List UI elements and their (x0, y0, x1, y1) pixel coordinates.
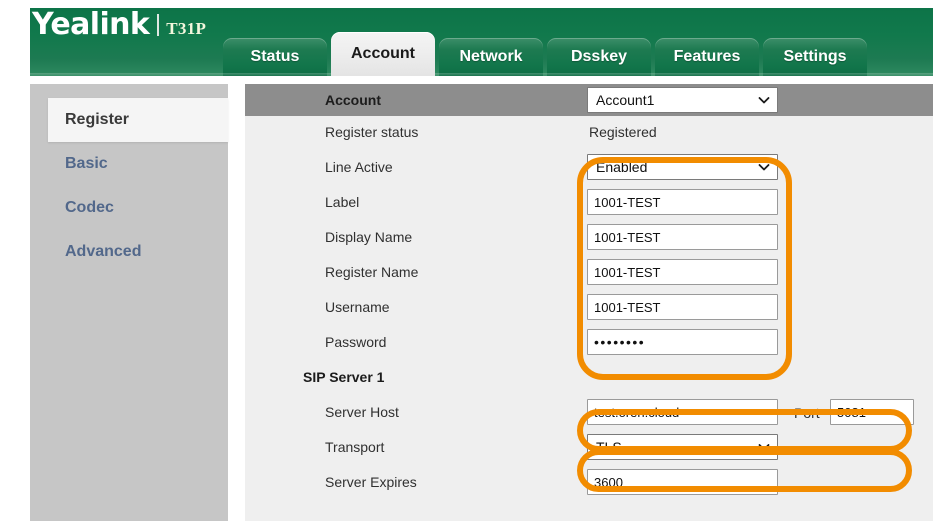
server-expires-label: Server Expires (325, 474, 417, 490)
device-model: T31P (166, 19, 207, 38)
server-host-wrap (587, 399, 778, 425)
register-status-label: Register status (325, 124, 419, 140)
sidebar-top-spacer (30, 84, 228, 98)
tab-dsskey-label: Dsskey (570, 48, 628, 65)
sidebar-item-codec[interactable]: Codec (30, 186, 228, 230)
line-active-label: Line Active (325, 159, 393, 175)
app-header: Yealink T31P Status Account Network Dssk… (30, 8, 933, 76)
password-label: Password (325, 334, 387, 350)
page-frame: Yealink T31P Status Account Network Dssk… (0, 0, 933, 529)
sidebar-item-register-label: Register (65, 111, 130, 128)
password-input[interactable] (587, 329, 778, 355)
account-select[interactable]: Account1 (587, 87, 778, 113)
row-transport: Transport TLS (245, 431, 933, 466)
sip-server-section-label: SIP Server 1 (303, 369, 385, 385)
line-active-select-value: Enabled (596, 159, 648, 175)
tab-status[interactable]: Status (223, 38, 327, 76)
server-host-input[interactable] (587, 399, 778, 425)
server-host-label: Server Host (325, 404, 399, 420)
tab-account-label: Account (351, 45, 415, 62)
display-name-wrap (587, 224, 778, 250)
row-register-name: Register Name (245, 256, 933, 291)
account-select-value: Account1 (596, 92, 655, 108)
row-display-name: Display Name (245, 221, 933, 256)
port-wrap (830, 399, 914, 425)
register-name-wrap (587, 259, 778, 285)
row-password: Password (245, 326, 933, 361)
row-server-expires: Server Expires (245, 466, 933, 501)
label-field-wrap (587, 189, 778, 215)
username-label: Username (325, 299, 390, 315)
brand-logo: Yealink T31P (32, 10, 206, 40)
sidebar-item-basic[interactable]: Basic (30, 142, 228, 186)
row-username: Username (245, 291, 933, 326)
register-name-label: Register Name (325, 264, 419, 280)
password-wrap (587, 329, 778, 355)
account-bar-label: Account (325, 92, 381, 108)
line-active-wrap: Enabled (587, 154, 778, 180)
sidebar-item-basic-label: Basic (65, 155, 108, 172)
tab-network-label: Network (459, 48, 523, 65)
main-tab-bar: Status Account Network Dsskey Features S… (223, 32, 867, 76)
chevron-down-icon (758, 94, 770, 106)
username-wrap (587, 294, 778, 320)
tab-network[interactable]: Network (439, 38, 543, 76)
tab-settings[interactable]: Settings (763, 38, 867, 76)
sidebar-item-codec-label: Codec (65, 199, 114, 216)
row-sip-server-section: SIP Server 1 (245, 361, 933, 396)
row-line-active: Line Active Enabled (245, 151, 933, 186)
transport-label: Transport (325, 439, 385, 455)
tab-dsskey[interactable]: Dsskey (547, 38, 651, 76)
row-register-status: Register status Registered (245, 116, 933, 151)
sidebar-item-advanced-label: Advanced (65, 243, 142, 260)
row-label: Label (245, 186, 933, 221)
register-name-input[interactable] (587, 259, 778, 285)
account-selector-bar: Account Account1 (245, 84, 933, 116)
tab-status-label: Status (250, 48, 300, 65)
sidebar-item-advanced[interactable]: Advanced (30, 230, 228, 274)
tab-features[interactable]: Features (655, 38, 759, 76)
port-input[interactable] (830, 399, 914, 425)
username-input[interactable] (587, 294, 778, 320)
transport-wrap: TLS (587, 434, 778, 460)
sidebar: Register Basic Codec Advanced (30, 84, 228, 521)
content-panel: Account Account1 Register status Registe… (245, 84, 933, 521)
account-select-wrap: Account1 (587, 87, 778, 113)
logo-divider-icon (157, 14, 160, 36)
body-region: Register Basic Codec Advanced Account Ac… (30, 76, 933, 521)
server-expires-wrap (587, 469, 778, 495)
tab-features-label: Features (673, 48, 741, 65)
port-label: Port (794, 405, 820, 421)
server-expires-input[interactable] (587, 469, 778, 495)
row-server-host: Server Host Port (245, 396, 933, 431)
register-status-value: Registered (589, 124, 657, 140)
label-field-label: Label (325, 194, 360, 210)
brand-name: Yealink (32, 8, 150, 42)
transport-select[interactable]: TLS (587, 434, 778, 460)
display-name-input[interactable] (587, 224, 778, 250)
tab-account[interactable]: Account (331, 32, 435, 76)
line-active-select[interactable]: Enabled (587, 154, 778, 180)
transport-select-value: TLS (596, 439, 622, 455)
sidebar-item-register[interactable]: Register (48, 98, 228, 142)
chevron-down-icon (758, 441, 770, 453)
display-name-label: Display Name (325, 229, 413, 245)
chevron-down-icon (758, 161, 770, 173)
tab-settings-label: Settings (783, 48, 847, 65)
label-input[interactable] (587, 189, 778, 215)
